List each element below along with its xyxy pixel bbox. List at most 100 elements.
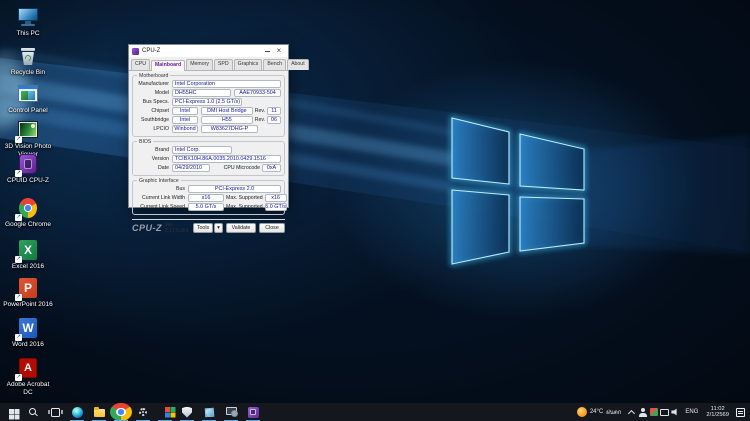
clock-date: 2/1/2569 — [706, 412, 729, 419]
wallpaper — [0, 0, 750, 421]
taskbar-cpu-z[interactable] — [242, 403, 264, 421]
graphic-interface-group: Graphic Interface Bus PCI-Express 2.0 Cu… — [132, 180, 285, 215]
taskbar-edge[interactable] — [66, 403, 88, 421]
desktop-icon-adobe-acrobat-dc[interactable]: A Adobe Acrobat DC — [2, 356, 54, 396]
minimize-button[interactable] — [261, 46, 273, 56]
max-supported-label: Max. Supported — [224, 204, 265, 210]
tab-bench[interactable]: Bench — [263, 59, 286, 70]
cpuz-tabbar: CPU Mainboard Memory SPD Graphics Bench … — [129, 57, 288, 71]
weather-temp: 24°C — [590, 409, 603, 415]
desktop-icon-excel-2016[interactable]: X Excel 2016 — [2, 238, 54, 271]
shortcut-arrow-icon — [15, 170, 22, 177]
desktop-icon-label: PowerPoint 2016 — [2, 301, 54, 309]
tab-cpu[interactable]: CPU — [131, 59, 150, 70]
cpuz-footer: CPU-Z Ver. 2.17.0.x64 Tools ▾ Validate C… — [132, 219, 285, 234]
desktop-icon-word-2016[interactable]: W Word 2016 — [2, 316, 54, 349]
field-label: Version — [136, 156, 172, 162]
weather-widget[interactable]: 24°C ฝนตก — [572, 403, 627, 421]
tray-user[interactable] — [637, 403, 648, 421]
shortcut-arrow-icon — [15, 214, 22, 221]
group-label: Motherboard — [137, 73, 170, 79]
field-label: Chipset — [136, 108, 172, 114]
chrome-icon — [116, 407, 127, 418]
chevron-up-icon — [628, 409, 635, 416]
3d-vision-photo-viewer-icon — [16, 118, 40, 142]
shield-icon — [182, 407, 192, 418]
cpuz-logo: CPU-Z — [132, 223, 162, 233]
taskbar-windows-security[interactable] — [176, 403, 198, 421]
powerpoint-icon: P — [16, 276, 40, 300]
tab-memory[interactable]: Memory — [186, 59, 213, 70]
clock[interactable]: 11:02 2/1/2569 — [702, 406, 733, 419]
lpcio-brand-value: Winbond — [172, 125, 198, 133]
chipset-name-value: DMI Host Bridge — [201, 107, 253, 115]
desktop-icon-label: Adobe Acrobat DC — [2, 381, 54, 396]
field-label: Bus — [136, 186, 188, 192]
tools-button[interactable]: Tools — [193, 223, 213, 233]
language-indicator[interactable]: ENG — [681, 409, 702, 415]
search-button[interactable] — [22, 403, 44, 421]
gi-link-width-value: x16 — [188, 194, 224, 202]
southbridge-brand-value: Intel — [172, 116, 198, 124]
validate-button[interactable]: Validate — [226, 223, 256, 233]
desktop-icon-control-panel[interactable]: Control Panel — [2, 82, 54, 115]
cpuz-app-icon — [132, 48, 139, 55]
tab-spd[interactable]: SPD — [214, 59, 233, 70]
window-title: CPU-Z — [142, 48, 261, 54]
field-label: Manufacturer — [136, 81, 172, 87]
tray-app-icon — [650, 408, 658, 416]
task-view-icon — [51, 408, 60, 417]
model-code-value: AAE70933-504 — [234, 89, 281, 97]
hidden-icons-button[interactable] — [626, 403, 637, 421]
southbridge-rev-value: 06 — [267, 116, 281, 124]
task-view-button[interactable] — [44, 403, 66, 421]
desktop-icon-label: CPUID CPU-Z — [2, 177, 54, 185]
field-label: Model — [136, 90, 172, 96]
field-label: Current Link Width — [136, 195, 188, 201]
acrobat-icon: A — [16, 356, 40, 380]
desktop-icon-cpuid-cpu-z[interactable]: CPUID CPU-Z — [2, 152, 54, 185]
shortcut-arrow-icon — [15, 256, 22, 263]
desktop-icon-recycle-bin[interactable]: Recycle Bin — [2, 44, 54, 77]
taskbar-system-utility[interactable] — [220, 403, 242, 421]
start-button[interactable] — [0, 403, 22, 421]
action-center-icon[interactable] — [736, 408, 745, 417]
tray-display[interactable] — [659, 403, 670, 421]
bios-brand-value: Intel Corp. — [172, 146, 232, 154]
tab-about[interactable]: About — [287, 59, 309, 70]
word-icon: W — [16, 316, 40, 340]
tab-graphics[interactable]: Graphics — [234, 59, 263, 70]
volume-icon — [671, 408, 680, 416]
tab-mainboard[interactable]: Mainboard — [151, 60, 185, 71]
tray-volume[interactable] — [670, 403, 681, 421]
bios-version-value: TCIBX10H.86A.0035.2010.0429.1516 — [172, 155, 281, 163]
cpuz-version: Ver. 2.17.0.x64 — [165, 222, 193, 234]
close-window-button[interactable]: Close — [259, 223, 285, 233]
tray-app[interactable] — [648, 403, 659, 421]
chrome-icon — [16, 196, 40, 220]
desktop-icon-google-chrome[interactable]: Google Chrome — [2, 196, 54, 229]
desktop-icon-label: Excel 2016 — [2, 263, 54, 271]
cpuz-titlebar[interactable]: CPU-Z — [129, 45, 288, 57]
tools-dropdown-icon[interactable]: ▾ — [214, 223, 223, 233]
microcode-value: 0xA — [262, 164, 281, 172]
rev-label: Rev. — [253, 108, 267, 114]
desktop-icon-this-pc[interactable]: This PC — [2, 5, 54, 38]
taskbar-3d-viewer[interactable] — [198, 403, 220, 421]
gi-bus-value: PCI-Express 2.0 — [188, 185, 281, 193]
weather-condition: ฝนตก — [606, 407, 621, 417]
southbridge-name-value: H55 — [201, 116, 253, 124]
field-label: Date — [136, 165, 172, 171]
taskbar-file-explorer[interactable] — [88, 403, 110, 421]
field-label: Brand — [136, 147, 172, 153]
search-icon — [29, 408, 36, 415]
windows-logo-icon — [9, 409, 14, 414]
bus-specs-value: PCI-Express 1.0 (2.5 GT/s) — [172, 98, 242, 106]
cpuz-window: CPU-Z CPU Mainboard Memory SPD Graphics … — [128, 44, 289, 208]
taskbar-chrome[interactable] — [110, 403, 132, 421]
desktop-icon-powerpoint-2016[interactable]: P PowerPoint 2016 — [2, 276, 54, 309]
taskbar-photo-tiles[interactable] — [154, 403, 176, 421]
taskbar-settings[interactable] — [132, 403, 154, 421]
close-button[interactable] — [273, 46, 285, 56]
gi-max-speed-value: 5.0 GT/s — [265, 203, 287, 211]
